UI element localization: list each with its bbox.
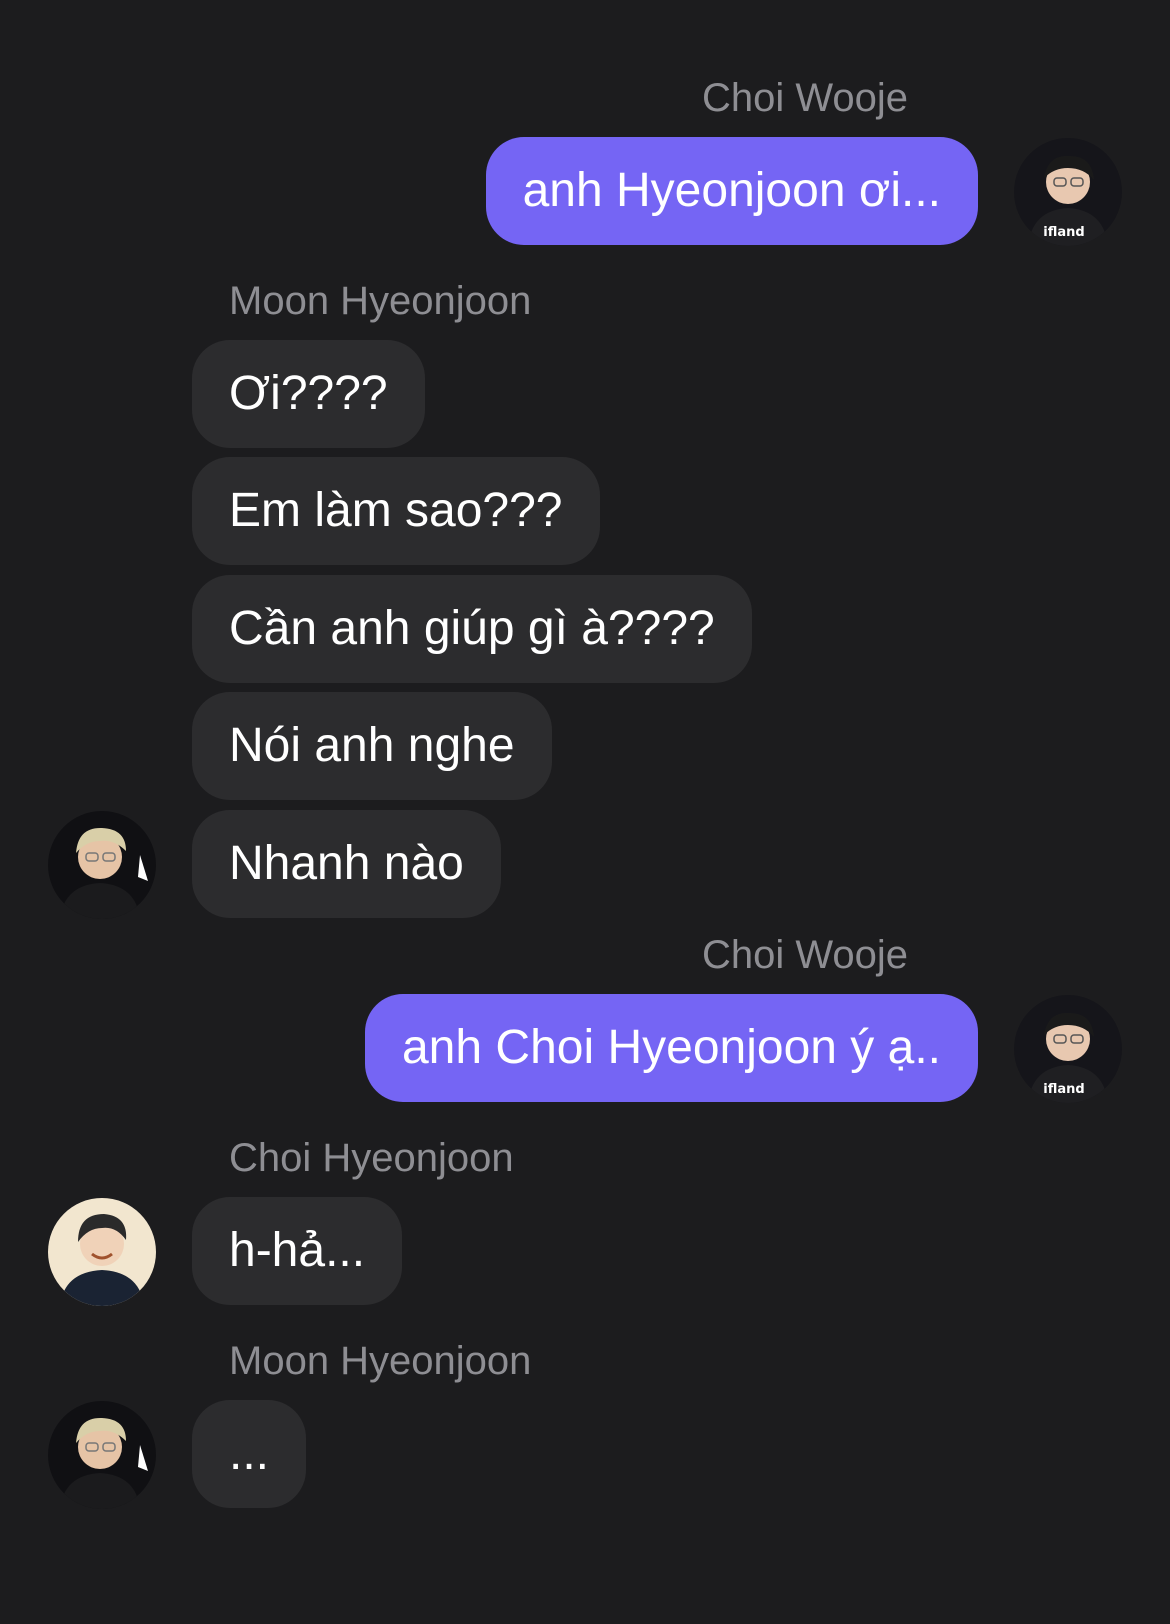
avatar-choi-wooje[interactable]: ifland xyxy=(1014,995,1122,1103)
avatar-photo-icon xyxy=(48,811,156,919)
sender-name: Moon Hyeonjoon xyxy=(229,1339,532,1383)
avatar-photo-icon xyxy=(48,1198,156,1306)
avatar-photo-icon xyxy=(48,1401,156,1509)
sender-name: Moon Hyeonjoon xyxy=(229,279,532,323)
message-bubble-incoming[interactable]: Nhanh nào xyxy=(192,810,501,918)
message-bubble-outgoing[interactable]: anh Choi Hyeonjoon ý ạ.. xyxy=(364,994,978,1102)
avatar-photo-icon: ifland xyxy=(1014,995,1122,1103)
message-bubble-outgoing[interactable]: anh Hyeonjoon ơi... xyxy=(485,137,978,245)
message-bubble-incoming[interactable]: Nói anh nghe xyxy=(192,692,552,800)
avatar-choi-hyeonjoon[interactable] xyxy=(48,1198,156,1306)
avatar-moon-hyeonjoon[interactable] xyxy=(48,1401,156,1509)
message-bubble-incoming[interactable]: Cần anh giúp gì à???? xyxy=(192,575,752,683)
avatar-choi-wooje[interactable]: ifland xyxy=(1014,138,1122,246)
sender-name: Choi Wooje xyxy=(701,933,908,977)
avatar-moon-hyeonjoon[interactable] xyxy=(48,811,156,919)
avatar-photo-icon: ifland xyxy=(1014,138,1122,246)
svg-text:ifland: ifland xyxy=(1043,225,1084,240)
message-bubble-incoming[interactable]: Em làm sao??? xyxy=(192,457,600,565)
svg-text:ifland: ifland xyxy=(1043,1082,1084,1097)
sender-name: Choi Wooje xyxy=(701,76,908,120)
message-bubble-incoming[interactable]: ... xyxy=(192,1400,307,1508)
message-bubble-incoming[interactable]: Ơi???? xyxy=(192,340,425,448)
sender-name: Choi Hyeonjoon xyxy=(229,1136,514,1180)
message-bubble-incoming[interactable]: h-hả... xyxy=(192,1197,403,1305)
